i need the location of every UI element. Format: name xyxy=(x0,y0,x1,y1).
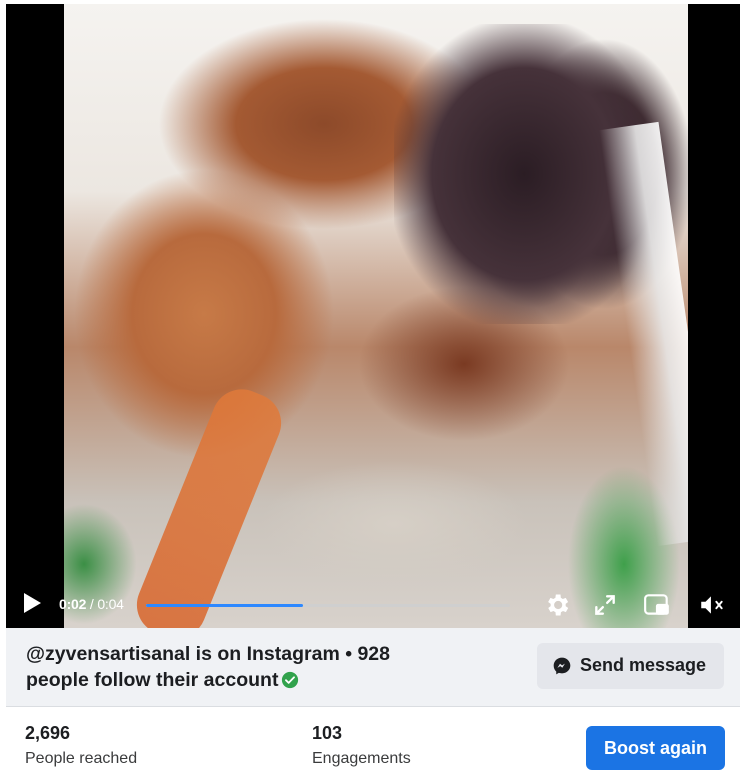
time-display: 0:02 / 0:04 xyxy=(59,596,124,612)
engagements-value: 103 xyxy=(312,723,343,743)
picture-in-picture-icon[interactable] xyxy=(643,592,671,618)
time-current: 0:02 xyxy=(59,596,87,612)
send-message-button[interactable]: Send message xyxy=(537,643,724,689)
engagements-stat: 103 Engagements xyxy=(312,723,411,768)
stats-bar: 2,696 People reached 103 Engagements Boo… xyxy=(6,707,740,770)
people-reached-value: 2,696 xyxy=(25,723,71,743)
progress-bar[interactable] xyxy=(146,604,510,607)
instagram-info-bar: @zyvensartisanal is on Instagram • 928 p… xyxy=(6,628,740,707)
messenger-icon xyxy=(553,657,571,675)
people-reached-stat: 2,696 People reached xyxy=(25,723,137,768)
people-reached-label: People reached xyxy=(25,750,138,767)
video-content-panel xyxy=(599,121,688,547)
instagram-info-text: @zyvensartisanal is on Instagram • 928 p… xyxy=(26,641,456,693)
video-player[interactable]: 0:02 / 0:04 xyxy=(6,4,740,628)
play-icon[interactable] xyxy=(24,593,41,613)
video-controls: 0:02 / 0:04 xyxy=(6,584,740,628)
time-total: 0:04 xyxy=(97,596,124,612)
muted-volume-icon[interactable] xyxy=(698,592,726,618)
video-frame[interactable] xyxy=(64,4,688,628)
fullscreen-icon[interactable] xyxy=(592,592,618,618)
engagements-label: Engagements xyxy=(312,750,411,767)
boost-again-button[interactable]: Boost again xyxy=(586,726,725,770)
send-message-label: Send message xyxy=(580,655,707,675)
post-preview: 0:02 / 0:04 @zyvensartisanal is on Insta… xyxy=(0,0,740,770)
verified-check-icon xyxy=(282,671,299,689)
gear-icon[interactable] xyxy=(543,591,571,619)
time-separator: / xyxy=(86,596,98,612)
instagram-info-label: @zyvensartisanal is on Instagram • 928 p… xyxy=(26,643,390,691)
progress-fill xyxy=(146,604,303,607)
